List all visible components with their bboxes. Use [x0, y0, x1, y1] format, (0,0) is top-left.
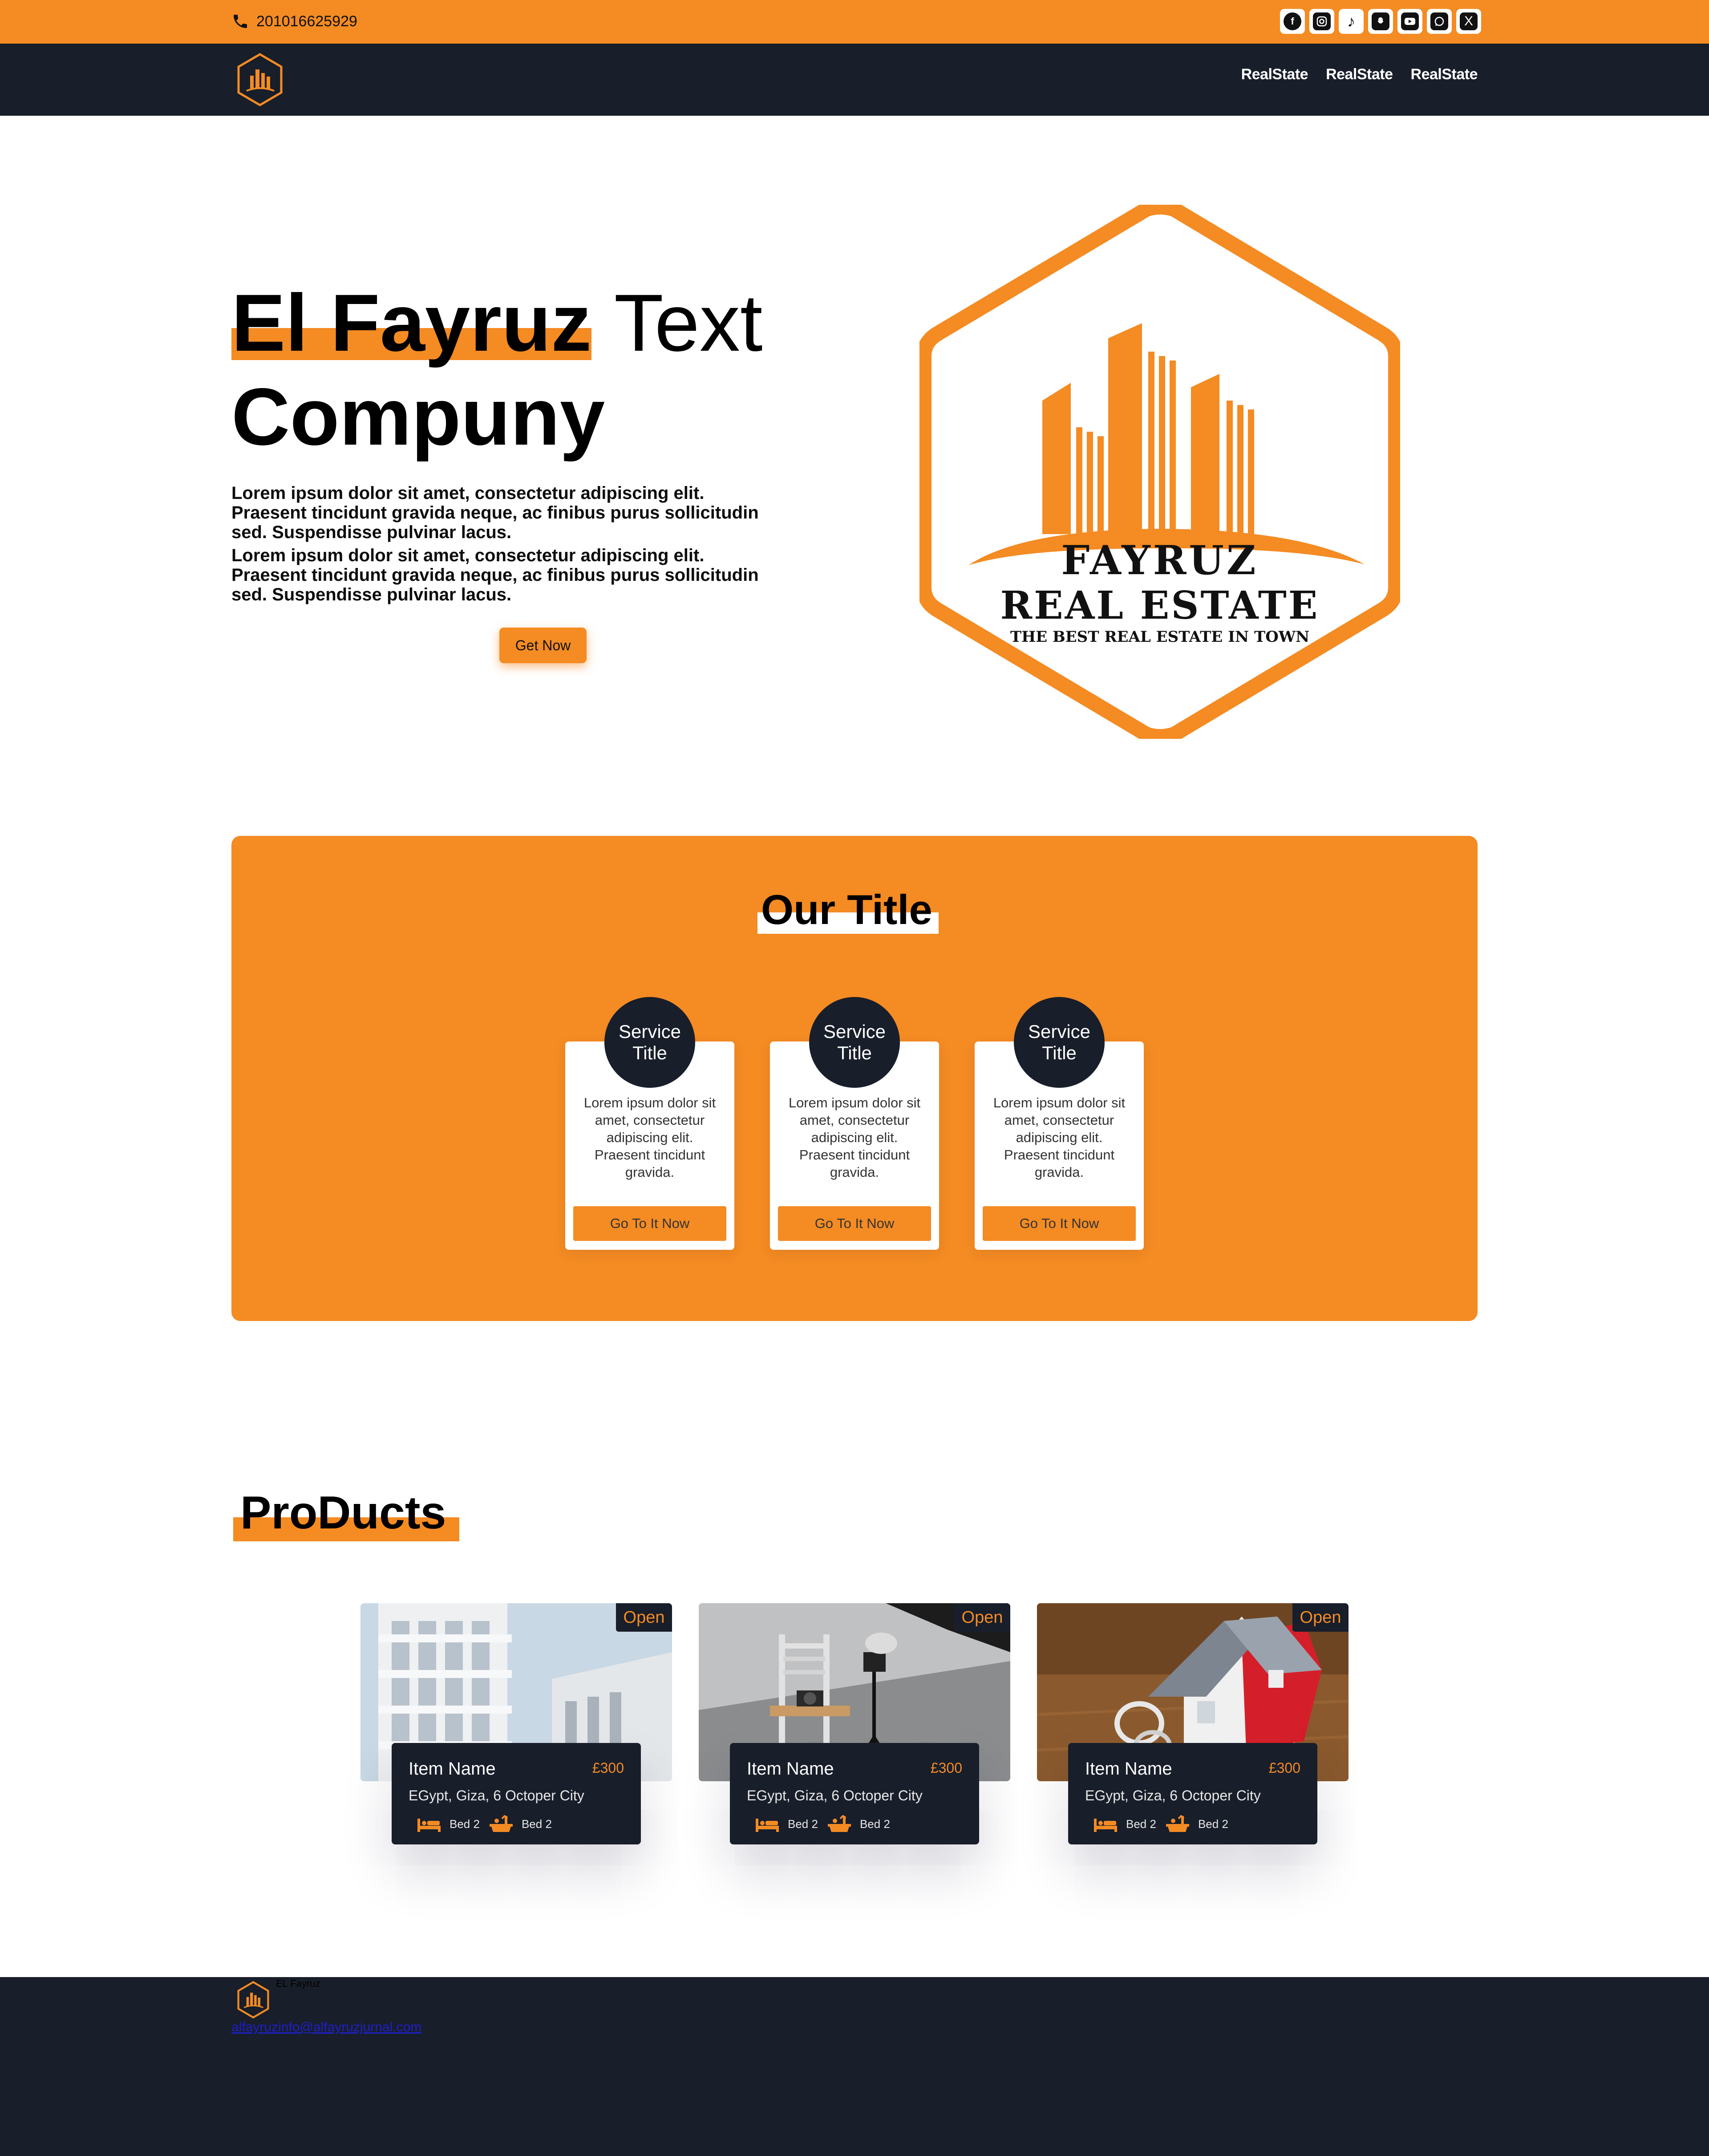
snapchat-icon[interactable]	[1368, 9, 1393, 34]
status-badge: Open	[1292, 1603, 1349, 1632]
nav-link-3[interactable]: RealState	[1411, 66, 1478, 83]
footer-email-link[interactable]: alfayruzinfo@alfayruzjurnal.com	[231, 2020, 421, 2035]
products-title: ProDucts	[240, 1487, 446, 1540]
product-price: £300	[592, 1760, 624, 1776]
whatsapp-icon[interactable]	[1427, 9, 1452, 34]
service-title: Service Title	[1014, 997, 1105, 1088]
bed-icon	[1094, 1819, 1117, 1832]
service-text: Lorem ipsum dolor sit amet, consectetur …	[583, 1095, 716, 1180]
phone-number: 201016625929	[256, 12, 357, 30]
logo-line2: REAL ESTATE	[1000, 583, 1320, 628]
service-title: Service Title	[604, 997, 695, 1088]
brand-logo-icon[interactable]	[235, 53, 285, 107]
nav-links: RealState RealState RealState	[1241, 66, 1478, 83]
product-name: Item Name	[409, 1759, 496, 1779]
product-info: Item Name £300 EGypt, Giza, 6 Octoper Ci…	[730, 1743, 979, 1844]
footer-logo-icon[interactable]	[236, 1981, 271, 2019]
service-text: Lorem ipsum dolor sit amet, consectetur …	[788, 1095, 921, 1180]
hero-paragraph: Lorem ipsum dolor sit amet, consectetur …	[231, 483, 759, 542]
logo-line1: FAYRUZ	[1061, 537, 1258, 584]
product-card[interactable]: Open Item Name £300 EGypt, Giza, 6 Octop…	[1037, 1603, 1349, 1959]
nav-link-2[interactable]: RealState	[1326, 66, 1393, 83]
product-card[interactable]: Open Item Name £300 EGypt, Giza, 6 Octop…	[699, 1603, 1010, 1959]
go-to-it-now-button[interactable]: Go To It Now	[983, 1206, 1136, 1241]
instagram-icon[interactable]	[1309, 9, 1334, 34]
product-name: Item Name	[1085, 1759, 1172, 1779]
phone-contact[interactable]: 201016625929	[231, 9, 357, 34]
product-features: Bed 2 Bed 2	[1093, 1815, 1237, 1833]
product-card[interactable]: Open Item Name £300 EGypt, Giza, 6 Octop…	[360, 1603, 672, 1959]
hero-title-rest: Text	[614, 277, 763, 368]
product-location: EGypt, Giza, 6 Octoper City	[409, 1787, 584, 1803]
status-badge: Open	[954, 1603, 1010, 1632]
fayruz-real-estate-logo: FAYRUZ REAL ESTATE THE BEST REAL ESTATE …	[919, 205, 1400, 739]
go-to-it-now-button[interactable]: Go To It Now	[778, 1206, 931, 1241]
bath-icon	[1166, 1815, 1189, 1832]
service-title: Service Title	[809, 997, 900, 1088]
services-title-text: Our Title	[761, 886, 932, 933]
service-card: Service Title Lorem ipsum dolor sit amet…	[565, 997, 734, 1250]
bed-icon	[756, 1819, 779, 1832]
tiktok-icon[interactable]: ♪	[1339, 9, 1364, 34]
services-title: Our Title	[761, 886, 932, 934]
product-location: EGypt, Giza, 6 Octoper City	[1085, 1787, 1261, 1803]
hero-title-highlight: El Fayruz	[231, 277, 592, 368]
hero-title: El Fayruz Text Compuny	[231, 276, 763, 464]
bath-icon	[827, 1815, 851, 1832]
status-badge: Open	[616, 1603, 672, 1632]
feature-label: Bed 2	[1126, 1817, 1156, 1831]
hero-title-line2: Compuny	[231, 371, 605, 462]
hero-description: Lorem ipsum dolor sit amet, consectetur …	[231, 483, 779, 608]
x-icon[interactable]: X	[1456, 9, 1481, 34]
facebook-icon[interactable]: f	[1280, 9, 1305, 34]
feature-label: Bed 2	[521, 1817, 552, 1831]
logo-tagline: THE BEST REAL ESTATE IN TOWN	[1010, 628, 1309, 646]
skyline-icon	[968, 323, 1365, 565]
nav-link-1[interactable]: RealState	[1241, 66, 1308, 83]
top-bar: 201016625929 f ♪ X	[0, 0, 1709, 44]
phone-icon	[234, 15, 247, 28]
feature-label: Bed 2	[859, 1817, 890, 1831]
youtube-icon[interactable]	[1397, 9, 1422, 34]
go-to-it-now-button[interactable]: Go To It Now	[573, 1206, 726, 1241]
bath-icon	[489, 1815, 513, 1832]
get-now-button[interactable]: Get Now	[499, 628, 587, 663]
product-features: Bed 2 Bed 2	[417, 1815, 561, 1833]
service-card: Service Title Lorem ipsum dolor sit amet…	[770, 997, 939, 1250]
product-price: £300	[930, 1760, 962, 1776]
feature-label: Bed 2	[788, 1817, 818, 1831]
product-name: Item Name	[747, 1759, 834, 1779]
product-info: Item Name £300 EGypt, Giza, 6 Octoper Ci…	[392, 1743, 641, 1844]
bed-icon	[417, 1819, 441, 1832]
feature-label: Bed 2	[1198, 1817, 1228, 1831]
footer: EL Fayruz alfayruzinfo@alfayruzjurnal.co…	[0, 1977, 1709, 2156]
product-info: Item Name £300 EGypt, Giza, 6 Octoper Ci…	[1068, 1743, 1317, 1844]
navbar: RealState RealState RealState	[0, 44, 1709, 116]
feature-label: Bed 2	[450, 1817, 480, 1831]
social-links: f ♪ X	[1280, 9, 1481, 34]
footer-brand-name: EL Fayruz	[276, 1978, 320, 1989]
product-features: Bed 2 Bed 2	[755, 1815, 899, 1833]
products-title-text: ProDucts	[240, 1487, 446, 1539]
service-card: Service Title Lorem ipsum dolor sit amet…	[975, 997, 1144, 1250]
hero-paragraph: Lorem ipsum dolor sit amet, consectetur …	[231, 546, 759, 604]
service-text: Lorem ipsum dolor sit amet, consectetur …	[993, 1095, 1126, 1180]
product-price: £300	[1268, 1760, 1300, 1776]
product-location: EGypt, Giza, 6 Octoper City	[747, 1787, 923, 1803]
